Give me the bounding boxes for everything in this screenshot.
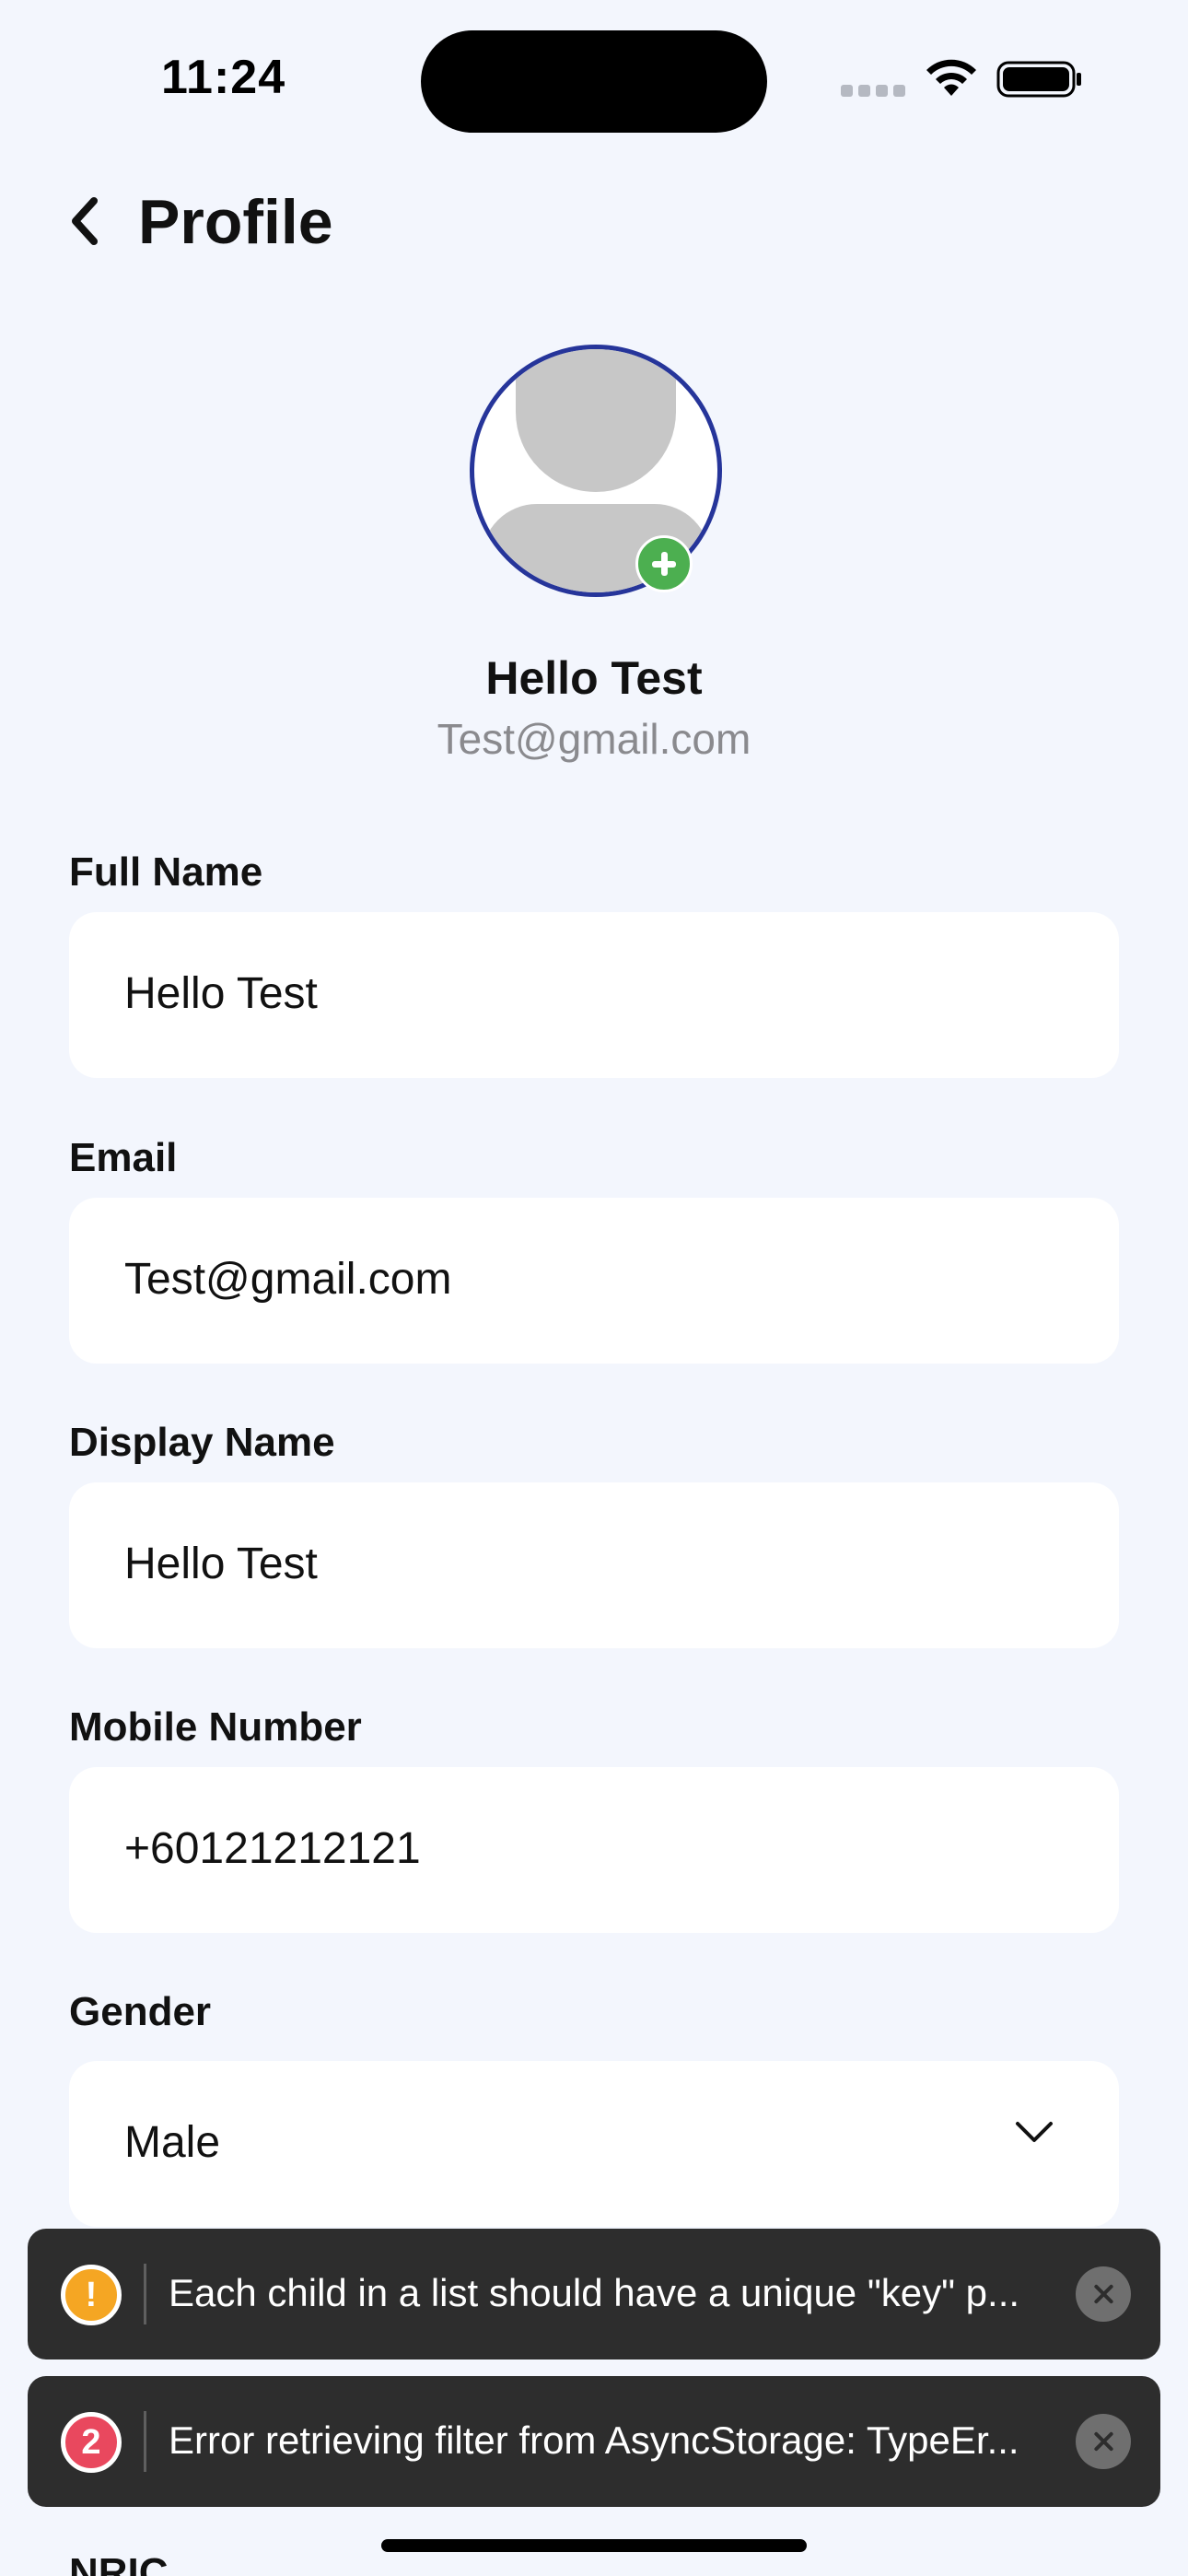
home-indicator <box>381 2539 807 2552</box>
close-icon[interactable] <box>1076 2266 1131 2322</box>
nric-label: NRIC <box>69 2550 169 2576</box>
page-title: Profile <box>138 187 333 257</box>
warning-toast-message: Each child in a list should have a uniqu… <box>169 2271 1020 2314</box>
mobile-number-value: +60121212121 <box>124 1824 421 1873</box>
status-bar: 11:24 <box>0 0 1188 138</box>
avatar-placeholder-head <box>516 349 676 492</box>
full-name-value: Hello Test <box>124 969 318 1018</box>
close-icon[interactable] <box>1076 2414 1131 2469</box>
profile-name: Hello Test <box>485 652 703 704</box>
chevron-left-icon[interactable] <box>66 195 103 247</box>
profile-email: Test@gmail.com <box>437 715 751 763</box>
error-toast[interactable]: 2 Error retrieving filter from AsyncStor… <box>28 2376 1160 2507</box>
warning-toast[interactable]: ! Each child in a list should have a uni… <box>28 2229 1160 2359</box>
email-value: Test@gmail.com <box>124 1255 452 1304</box>
display-name-field[interactable]: Hello Test <box>69 1482 1119 1648</box>
mobile-number-field[interactable]: +60121212121 <box>69 1767 1119 1933</box>
display-name-label: Display Name <box>69 1420 335 1465</box>
battery-icon <box>996 61 1081 98</box>
navigation-header: Profile <box>0 175 1188 267</box>
signal-dots-icon <box>841 85 905 98</box>
email-field[interactable]: Test@gmail.com <box>69 1198 1119 1364</box>
gender-value: Male <box>124 2118 221 2167</box>
warning-badge-icon: ! <box>61 2265 122 2325</box>
display-name-value: Hello Test <box>124 1540 318 1588</box>
dynamic-island <box>421 30 767 133</box>
error-count-badge: 2 <box>61 2412 122 2473</box>
error-toast-message: Error retrieving filter from AsyncStorag… <box>169 2418 1019 2462</box>
toast-divider <box>144 2411 146 2472</box>
full-name-label: Full Name <box>69 849 263 895</box>
full-name-field[interactable]: Hello Test <box>69 912 1119 1078</box>
email-label: Email <box>69 1135 178 1180</box>
avatar-container <box>470 345 722 597</box>
toast-divider <box>144 2264 146 2324</box>
profile-screen: 11:24 Profile Hello Test Test@gmail.com … <box>0 0 1188 2576</box>
add-photo-button[interactable] <box>635 535 693 592</box>
gender-label: Gender <box>69 1989 212 2034</box>
status-time: 11:24 <box>161 51 286 104</box>
wifi-icon <box>926 59 976 96</box>
mobile-number-label: Mobile Number <box>69 1704 362 1750</box>
gender-select[interactable]: Male <box>69 2061 1119 2227</box>
chevron-down-icon <box>1016 2122 1053 2142</box>
